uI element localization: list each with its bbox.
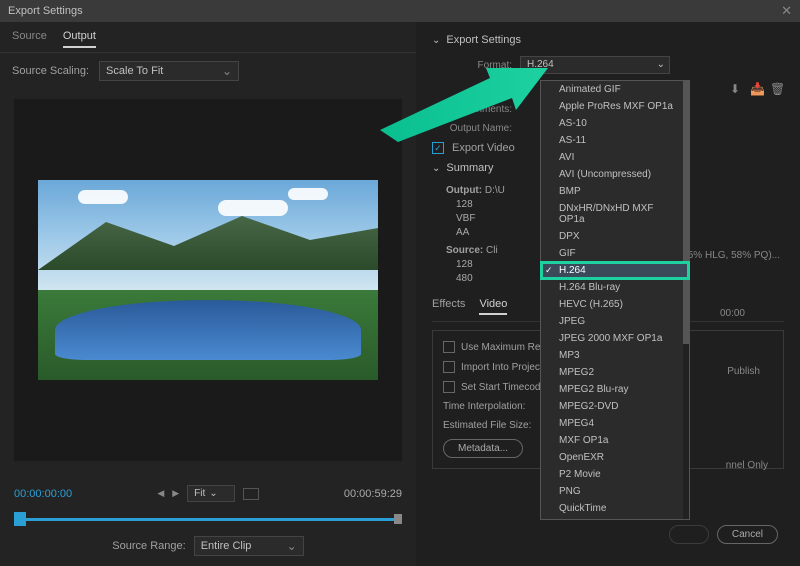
format-option-p2-movie[interactable]: P2 Movie (541, 466, 689, 483)
est-size-label: Estimated File Size: (443, 420, 531, 431)
queue-button[interactable] (669, 525, 709, 544)
format-option-animated-gif[interactable]: Animated GIF (541, 81, 689, 98)
format-option-quicktime[interactable]: QuickTime (541, 500, 689, 517)
export-video-label: Export Video (452, 142, 515, 154)
hlg-pq-text: 5% HLG, 58% PQ)... (688, 250, 780, 261)
transport-section: 00:00:00:00 ◀ ▶ Fit 00:00:59:29 Source R (0, 471, 416, 566)
format-option-apple-prores-mxf-op1a[interactable]: Apple ProRes MXF OP1a (541, 98, 689, 115)
export-settings-title: Export Settings (446, 34, 521, 46)
set-start-tc-label: Set Start Timecode (461, 382, 546, 393)
video-preview[interactable] (38, 180, 378, 380)
aspect-icon[interactable] (243, 488, 259, 500)
output-name-label: Output Name: (432, 123, 512, 134)
format-option-as-11[interactable]: AS-11 (541, 132, 689, 149)
format-option-avi[interactable]: AVI (541, 149, 689, 166)
format-option-mpeg4[interactable]: MPEG4 (541, 415, 689, 432)
format-option-gif[interactable]: GIF (541, 245, 689, 262)
out-point[interactable] (394, 514, 402, 524)
close-icon[interactable]: ✕ (781, 3, 792, 19)
format-option-hevc-h-265-[interactable]: HEVC (H.265) (541, 296, 689, 313)
import-project-checkbox[interactable] (443, 361, 455, 373)
titlebar: Export Settings ✕ (0, 0, 800, 22)
tab-effects[interactable]: Effects (432, 298, 465, 315)
source-range-value: Entire Clip (201, 540, 252, 552)
export-video-checkbox[interactable]: ✓ (432, 142, 444, 154)
channel-only-text: nnel Only (726, 460, 768, 471)
output-info-label: Output: (446, 185, 482, 196)
delete-preset-icon[interactable]: 🗑 (770, 82, 784, 96)
format-dropdown-menu[interactable]: Animated GIFApple ProRes MXF OP1aAS-10AS… (540, 80, 690, 520)
prev-frame-icon[interactable]: ◀ (157, 488, 164, 499)
format-dropdown[interactable]: H.264 (520, 56, 670, 74)
cancel-button[interactable]: Cancel (717, 525, 778, 544)
format-row: Format: H.264 (432, 56, 784, 74)
time-end: 00:00:59:29 (344, 488, 402, 500)
format-option-png[interactable]: PNG (541, 483, 689, 500)
format-option-h-264-blu-ray[interactable]: H.264 Blu-ray (541, 279, 689, 296)
format-option-bmp[interactable]: BMP (541, 183, 689, 200)
zoom-dropdown[interactable]: Fit (187, 485, 235, 502)
format-option-as-10[interactable]: AS-10 (541, 115, 689, 132)
format-option-openexr[interactable]: OpenEXR (541, 449, 689, 466)
format-option-mxf-op1a[interactable]: MXF OP1a (541, 432, 689, 449)
chevron-down-icon: ⌄ (432, 35, 440, 46)
source-range-label: Source Range: (112, 540, 185, 552)
format-option-dpx[interactable]: DPX (541, 228, 689, 245)
time-interp-label: Time Interpolation: (443, 401, 525, 412)
source-range-dropdown[interactable]: Entire Clip (194, 536, 304, 556)
format-option-mpeg2[interactable]: MPEG2 (541, 364, 689, 381)
set-start-tc-checkbox[interactable] (443, 381, 455, 393)
playhead[interactable] (14, 512, 26, 526)
format-option-jpeg-2000-mxf-op1a[interactable]: JPEG 2000 MXF OP1a (541, 330, 689, 347)
tab-publish[interactable]: Publish (727, 366, 760, 377)
window-title: Export Settings (8, 5, 83, 17)
scaling-row: Source Scaling: Scale To Fit (0, 53, 416, 89)
tab-output[interactable]: Output (63, 30, 96, 48)
scaling-label: Source Scaling: (12, 65, 89, 77)
preview-area (14, 99, 402, 461)
time-row: 00:00:00:00 ◀ ▶ Fit 00:00:59:29 (14, 479, 402, 508)
format-option-h-264[interactable]: H.264 (541, 262, 689, 279)
format-option-dnxhr-dnxhd-mxf-op1a[interactable]: DNxHR/DNxHD MXF OP1a (541, 200, 689, 228)
source-end-time: 00:00 (720, 308, 745, 319)
chevron-down-icon: ⌄ (432, 163, 440, 174)
format-option-avi-uncompressed-[interactable]: AVI (Uncompressed) (541, 166, 689, 183)
time-start[interactable]: 00:00:00:00 (14, 488, 72, 500)
save-preset-icon[interactable]: ⬇ (730, 82, 744, 96)
comments-label: Comments: (432, 104, 512, 115)
use-max-label: Use Maximum Ren (461, 342, 546, 353)
format-label: Format: (432, 60, 512, 71)
format-value: H.264 (527, 59, 554, 70)
use-max-checkbox[interactable] (443, 341, 455, 353)
format-option-mpeg2-blu-ray[interactable]: MPEG2 Blu-ray (541, 381, 689, 398)
next-frame-icon[interactable]: ▶ (172, 488, 179, 499)
source-range-row: Source Range: Entire Clip (14, 530, 402, 558)
format-option-jpeg[interactable]: JPEG (541, 313, 689, 330)
source-info-label: Source: (446, 245, 483, 256)
format-option-targa[interactable]: Targa (541, 517, 689, 520)
import-project-label: Import Into Project (461, 362, 543, 373)
tab-video[interactable]: Video (479, 298, 507, 315)
timeline-slider[interactable] (14, 512, 402, 526)
scaling-dropdown[interactable]: Scale To Fit (99, 61, 239, 81)
preset-label: Preset: (432, 84, 512, 95)
format-option-mpeg2-dvd[interactable]: MPEG2-DVD (541, 398, 689, 415)
format-option-mp3[interactable]: MP3 (541, 347, 689, 364)
scaling-value: Scale To Fit (106, 65, 163, 77)
import-preset-icon[interactable]: 📥 (750, 82, 764, 96)
metadata-button[interactable]: Metadata... (443, 439, 523, 458)
preview-tabs: Source Output (0, 22, 416, 53)
summary-title: Summary (446, 162, 493, 174)
export-settings-header[interactable]: ⌄ Export Settings (432, 34, 784, 46)
left-panel: Source Output Source Scaling: Scale To F… (0, 22, 416, 566)
tab-source[interactable]: Source (12, 30, 47, 48)
